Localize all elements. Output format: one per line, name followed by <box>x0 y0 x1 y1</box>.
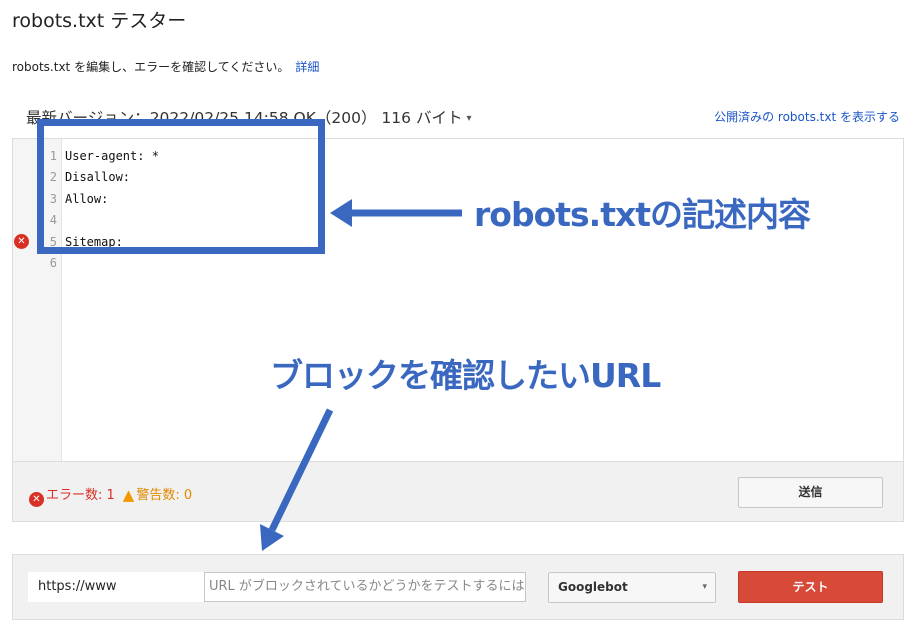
annotation-arrow-down <box>260 408 334 551</box>
annotation-arrow-left <box>330 199 462 227</box>
annotation-code-label: robots.txtの記述内容 <box>474 195 811 234</box>
annotation-arrows <box>260 199 462 551</box>
annotation-url-label: ブロックを確認したいURL <box>270 356 661 395</box>
